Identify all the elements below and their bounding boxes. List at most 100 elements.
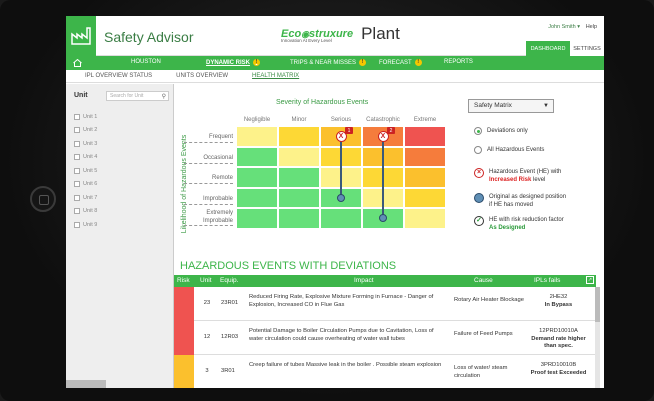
legend-rr-text: HE with risk reduction factor As Designed — [489, 217, 564, 231]
unit-label: Unit 6 — [83, 181, 98, 188]
checkbox[interactable] — [74, 140, 80, 147]
unit-checkbox-row[interactable]: Unit 6 — [74, 178, 97, 192]
cause-cell: Rotary Air Heater Blockage — [454, 297, 524, 303]
unit-list: Unit 1 Unit 2 Unit 3 Unit 4 Unit 5 Unit 6 Unit… — [74, 110, 97, 232]
subtab-health-matrix[interactable]: HEALTH MATRIX — [252, 73, 299, 79]
matrix-cell[interactable] — [320, 208, 362, 229]
likelihood-row-header: Frequent — [184, 132, 233, 143]
help-link[interactable]: Help — [586, 24, 597, 30]
matrix-cell[interactable] — [278, 167, 320, 188]
nav-item-forecast[interactable]: FORECAST! — [379, 59, 422, 66]
unit-checkbox-row[interactable]: Unit 9 — [74, 218, 97, 232]
checkbox[interactable] — [74, 154, 80, 161]
risk-shift-line — [340, 136, 342, 198]
checkbox[interactable] — [74, 167, 80, 174]
matrix-cell[interactable] — [278, 126, 320, 147]
matrix-cell[interactable] — [404, 167, 446, 188]
unit-checkbox-row[interactable]: Unit 7 — [74, 191, 97, 205]
nav-item-label: DYNAMIC RISK — [206, 59, 251, 66]
subtab-units-overview[interactable]: UNITS OVERVIEW — [176, 73, 228, 79]
matrix-cell[interactable] — [236, 208, 278, 229]
matrix-cell[interactable] — [278, 208, 320, 229]
matrix-cell[interactable] — [278, 146, 320, 167]
table-row[interactable]: 12 12R03 Potential Damage to Boiler Circul… — [174, 321, 596, 355]
unit-checkbox-row[interactable]: Unit 1 — [74, 110, 97, 124]
radio-deviations-only[interactable]: Deviations only — [474, 127, 528, 135]
table-row[interactable]: 3 3R01 Creep failure of tubes Massive leak… — [174, 355, 596, 388]
table-header: Risk Unit Equip. Impact Cause IPLs fails… — [174, 275, 596, 287]
home-icon[interactable] — [66, 59, 88, 67]
unit-cell: 3 — [205, 368, 209, 374]
unit-search-input[interactable]: Search for Unit ⚲ — [106, 91, 169, 101]
col-ipls-fails[interactable]: IPLs fails — [534, 277, 560, 284]
severity-column-header: Serious — [330, 117, 352, 123]
matrix-cell[interactable] — [404, 208, 446, 229]
user-menu[interactable]: John Smith ▾ — [548, 24, 580, 30]
original-position-dot[interactable] — [337, 193, 345, 202]
matrix-type-select[interactable]: Safety Matrix ▼ — [468, 99, 554, 113]
likelihood-row-header: Occasional — [184, 153, 233, 164]
subtab-ipl-overview[interactable]: IPL OVERVIEW STATUS — [85, 73, 152, 79]
col-equip[interactable]: Equip. — [220, 277, 238, 284]
checkbox[interactable] — [74, 208, 80, 215]
unit-label: Unit 2 — [83, 127, 98, 134]
table-scrollbar[interactable] — [595, 287, 600, 388]
radio-all-events[interactable]: All Hazardous Events — [474, 146, 544, 154]
scrollbar-thumb[interactable] — [595, 287, 600, 322]
ipl-cell-2: Proof test Exceeded — [530, 370, 587, 376]
table-row[interactable]: 23 23R01 Reduced Firing Rate, Explosive Mi… — [174, 287, 596, 321]
sidebar-footer — [66, 380, 106, 388]
nav-item-trips-near-misses[interactable]: TRIPS & NEAR MISSES! — [290, 59, 367, 66]
col-unit[interactable]: Unit — [200, 277, 212, 284]
nav-item-label: TRIPS & NEAR MISSES — [290, 59, 357, 66]
col-risk[interactable]: Risk — [177, 277, 190, 284]
ipl-cell-2: In Bypass — [544, 302, 573, 308]
unit-checkbox-row[interactable]: Unit 3 — [74, 137, 97, 151]
unit-checkbox-row[interactable]: Unit 2 — [74, 124, 97, 138]
search-icon: ⚲ — [161, 94, 166, 100]
matrix-cell[interactable] — [404, 187, 446, 208]
dropdown-arrow-icon: ▼ — [543, 103, 549, 109]
unit-checkbox-row[interactable]: Unit 4 — [74, 151, 97, 165]
matrix-cell[interactable] — [404, 146, 446, 167]
severity-column-header: Negligible — [243, 117, 271, 123]
nav-item-reports[interactable]: REPORTS — [444, 59, 473, 65]
top-bar: Safety Advisor Eco◉struxure Plant Innova… — [66, 16, 604, 56]
nav-item-dynamic-risk[interactable]: DYNAMIC RISK! — [206, 59, 261, 66]
select-value: Safety Matrix — [474, 102, 512, 109]
matrix-cell[interactable] — [236, 126, 278, 147]
matrix-cell[interactable] — [236, 187, 278, 208]
app-screen: Safety Advisor Eco◉struxure Plant Innova… — [66, 16, 604, 388]
tablet-frame: Safety Advisor Eco◉struxure Plant Innova… — [0, 0, 654, 401]
checkbox[interactable] — [74, 194, 80, 201]
unit-checkbox-row[interactable]: Unit 8 — [74, 205, 97, 219]
legend-original-text: Original as designed position if HE has m… — [489, 194, 567, 208]
hazard-x-icon: × — [474, 168, 484, 178]
checkbox[interactable] — [74, 113, 80, 120]
tablet-home-button[interactable] — [30, 186, 56, 212]
ipl-cell-1: 12PRD10010A — [539, 328, 578, 334]
severity-title: Severity of Hazardous Events — [276, 99, 369, 106]
checkbox[interactable] — [74, 181, 80, 188]
radio-button-selected[interactable] — [474, 127, 482, 135]
app-title: Safety Advisor — [104, 29, 194, 45]
tab-settings[interactable]: SETTINGS — [570, 41, 604, 56]
unit-checkbox-row[interactable]: Unit 5 — [74, 164, 97, 178]
col-cause[interactable]: Cause — [474, 277, 493, 284]
nav-item-houston[interactable]: HOUSTON — [131, 59, 161, 65]
cause-cell: Failure of Feed Pumps — [454, 331, 513, 337]
checkbox[interactable] — [74, 127, 80, 134]
radio-label: All Hazardous Events — [487, 147, 545, 153]
ipl-cell-1: 3PRD10010B — [540, 362, 577, 368]
matrix-cell[interactable] — [404, 126, 446, 147]
matrix-cell[interactable] — [236, 146, 278, 167]
tab-dashboard[interactable]: DASHBOARD — [526, 41, 570, 56]
col-impact[interactable]: Impact — [354, 277, 374, 284]
matrix-cell[interactable] — [236, 167, 278, 188]
matrix-cell[interactable] — [278, 187, 320, 208]
export-icon[interactable]: ↗ — [586, 276, 594, 284]
checkbox[interactable] — [74, 221, 80, 228]
radio-button[interactable] — [474, 146, 482, 154]
legend-he-text: Hazardous Event (HE) with Increased Risk … — [489, 169, 562, 183]
factory-logo-icon — [66, 16, 96, 56]
